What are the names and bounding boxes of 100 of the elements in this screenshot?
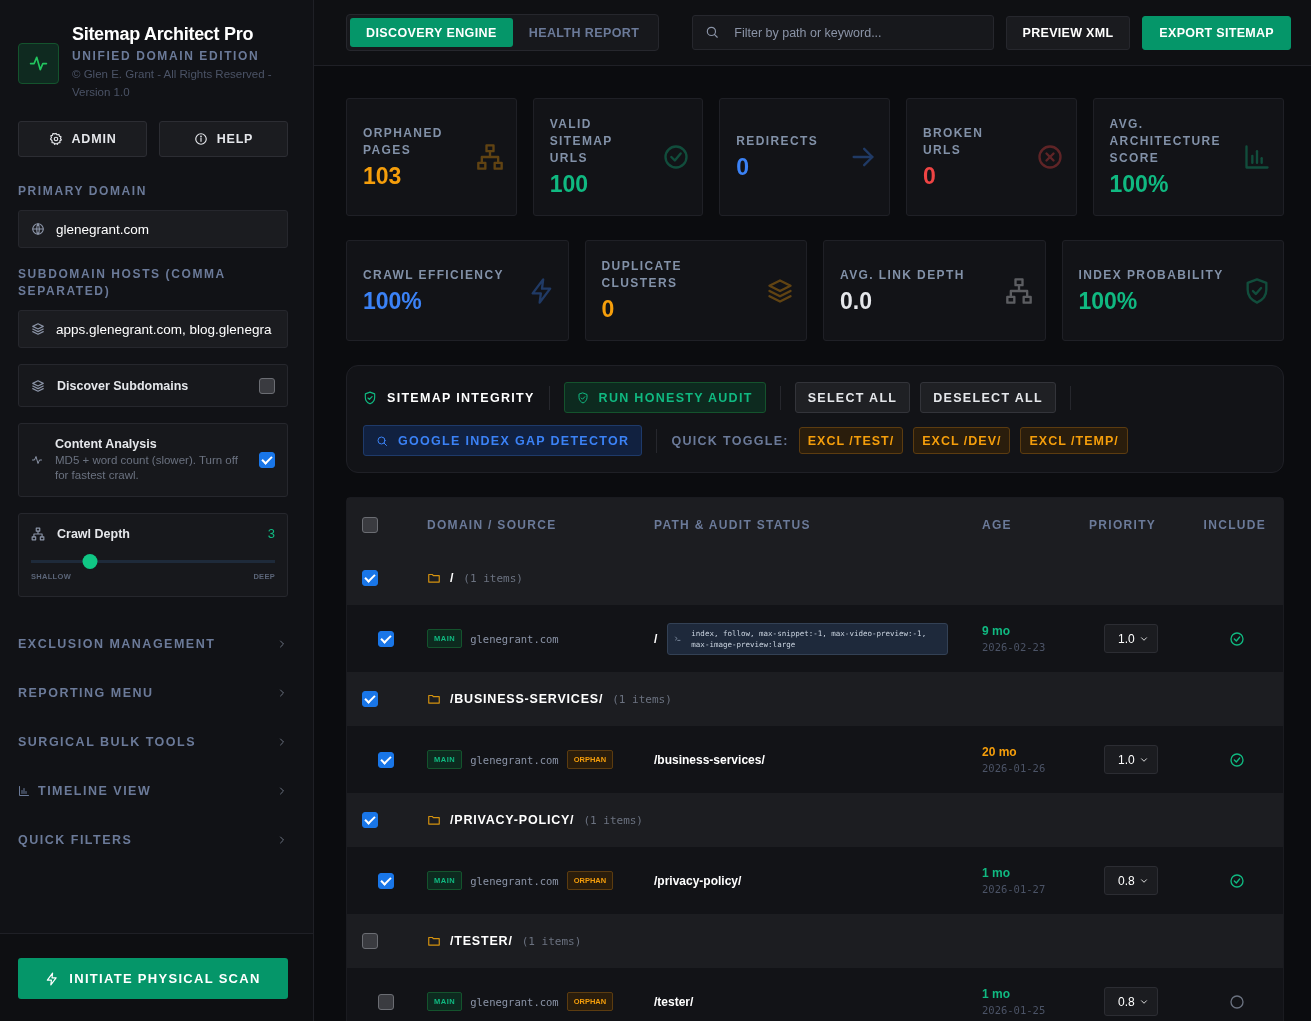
quick-toggle-label: QUICK TOGGLE: bbox=[671, 433, 789, 448]
age-text: 9 mo bbox=[982, 624, 1010, 638]
check-circle-icon bbox=[662, 143, 691, 171]
url-path: /tester/ bbox=[654, 994, 694, 1009]
folder-icon bbox=[427, 813, 441, 827]
filter-chip[interactable]: EXCL /DEV/ bbox=[913, 427, 1011, 454]
age-text: 1 mo bbox=[982, 987, 1010, 1001]
stat-label: CRAWL EFFICIENCY bbox=[363, 266, 505, 284]
header-button[interactable]: PREVIEW XML bbox=[1005, 15, 1131, 50]
check-circle-icon[interactable] bbox=[1229, 872, 1245, 889]
column-header: AGE bbox=[982, 517, 1013, 532]
tab[interactable]: HEALTH REPORT bbox=[512, 18, 656, 47]
filter-chip[interactable]: EXCL /TEST/ bbox=[798, 427, 904, 454]
date-text: 2026-01-26 bbox=[982, 762, 1046, 774]
copyright-text: © Glen E. Grant - All Rights Reserved - Version 1.0 bbox=[72, 67, 273, 100]
priority-select[interactable]: 1.0 bbox=[1104, 745, 1158, 774]
hierarchy-icon bbox=[31, 526, 45, 541]
priority-select[interactable]: 0.8 bbox=[1104, 866, 1158, 895]
group-path: / bbox=[450, 571, 455, 585]
domain-text: glenegrant.com bbox=[470, 874, 559, 887]
stat-value: 100% bbox=[1078, 287, 1139, 315]
checkbox[interactable] bbox=[259, 377, 275, 394]
layers-icon bbox=[31, 322, 45, 336]
sidebar-button[interactable]: HELP bbox=[159, 121, 288, 157]
folder-icon bbox=[427, 692, 441, 706]
toolbar-button[interactable]: SELECT ALL bbox=[794, 382, 911, 413]
toolbar-button[interactable]: DESELECT ALL bbox=[920, 382, 1056, 413]
group-path: /BUSINESS-SERVICES/ bbox=[450, 692, 604, 706]
toolbar-button[interactable]: RUN HONESTY AUDIT bbox=[563, 382, 766, 413]
stat-value: 100% bbox=[363, 287, 423, 315]
check-circle-icon[interactable] bbox=[1229, 630, 1245, 647]
checkbox[interactable] bbox=[259, 452, 275, 468]
url-path: / bbox=[654, 631, 658, 646]
group-count: (1 items) bbox=[612, 692, 672, 706]
stat-value: 100% bbox=[1109, 171, 1170, 198]
priority-select[interactable]: 1.0 bbox=[1104, 624, 1158, 653]
pulse-logo-icon bbox=[18, 43, 59, 84]
pulse-icon bbox=[31, 454, 43, 466]
slider-label: Crawl Depth bbox=[57, 526, 131, 541]
option-label: Discover Subdomains bbox=[57, 378, 190, 393]
checkbox[interactable] bbox=[362, 516, 378, 533]
domain-text: glenegrant.com bbox=[470, 753, 559, 766]
layers-icon bbox=[31, 378, 45, 393]
checkbox[interactable] bbox=[378, 872, 394, 889]
url-path: /privacy-policy/ bbox=[654, 873, 742, 888]
checkbox[interactable] bbox=[362, 691, 378, 707]
nav-item[interactable]: QUICK FILTERS bbox=[18, 815, 288, 864]
settings-icon bbox=[48, 132, 63, 146]
date-text: 2026-02-23 bbox=[982, 641, 1046, 653]
layers-icon bbox=[766, 276, 794, 305]
slider-thumb[interactable] bbox=[82, 554, 98, 569]
panel-title: SITEMAP INTEGRITY bbox=[387, 390, 535, 405]
x-circle-icon bbox=[1035, 143, 1064, 171]
age-text: 20 mo bbox=[982, 745, 1017, 759]
checkbox[interactable] bbox=[378, 993, 394, 1010]
stat-value: 0.0 bbox=[840, 287, 873, 315]
nav-item[interactable]: SURGICAL BULK TOOLS bbox=[18, 717, 288, 766]
domain-field[interactable]: glenegrant.com bbox=[18, 210, 288, 248]
sidebar-button[interactable]: ADMIN bbox=[18, 121, 147, 157]
check-circle-icon[interactable] bbox=[1229, 751, 1245, 768]
column-header: PATH & AUDIT STATUS bbox=[654, 517, 812, 532]
field-label: SUBDOMAIN HOSTS (COMMA SEPARATED) bbox=[18, 266, 227, 300]
group-count: (1 items) bbox=[583, 813, 643, 827]
circle-icon[interactable] bbox=[1229, 993, 1245, 1010]
group-count: (1 items) bbox=[463, 571, 523, 585]
info-icon bbox=[193, 132, 208, 146]
checkbox[interactable] bbox=[378, 751, 394, 768]
filter-chip[interactable]: EXCL /TEMP/ bbox=[1020, 427, 1128, 454]
lightning-icon bbox=[45, 971, 60, 986]
option-description: MD5 + word count (slower). Turn off for fastest crawl. bbox=[55, 453, 239, 483]
checkbox[interactable] bbox=[362, 933, 378, 949]
detector-button[interactable]: GOOGLE INDEX GAP DETECTOR bbox=[363, 425, 643, 456]
checkbox[interactable] bbox=[362, 812, 378, 828]
folder-icon bbox=[427, 934, 441, 948]
search-field[interactable]: Filter by path or keyword... bbox=[692, 15, 994, 50]
nav-item[interactable]: EXCLUSION MANAGEMENT bbox=[18, 619, 288, 668]
checkbox[interactable] bbox=[378, 630, 394, 647]
nav-item[interactable]: REPORTING MENU bbox=[18, 668, 288, 717]
checkbox[interactable] bbox=[362, 570, 378, 586]
stat-label: AVG. ARCHITECTURE SCORE bbox=[1109, 116, 1222, 167]
shield-check-icon bbox=[363, 390, 377, 405]
subdomain-field[interactable]: apps.glenegrant.com, blog.glenegra bbox=[18, 310, 288, 348]
stat-value: 0 bbox=[736, 154, 751, 181]
tab[interactable]: DISCOVERY ENGINE bbox=[350, 18, 513, 47]
column-header: DOMAIN / SOURCE bbox=[427, 517, 558, 532]
priority-select[interactable]: 0.8 bbox=[1104, 987, 1158, 1016]
bar-chart-icon bbox=[18, 784, 30, 797]
shield-check-icon bbox=[576, 391, 589, 404]
nav-item[interactable]: TIMELINE VIEW bbox=[18, 766, 288, 815]
app-subtitle: UNIFIED DOMAIN EDITION bbox=[72, 49, 261, 63]
terminal-icon bbox=[674, 634, 684, 643]
bar-chart-icon bbox=[1243, 143, 1271, 171]
group-path: /TESTER/ bbox=[450, 934, 513, 948]
scan-button[interactable]: INITIATE PHYSICAL SCAN bbox=[18, 958, 288, 999]
group-count: (1 items) bbox=[521, 934, 582, 948]
stat-label: ORPHANED PAGES bbox=[363, 124, 444, 159]
date-text: 2026-01-27 bbox=[982, 883, 1046, 895]
header-button[interactable]: EXPORT SITEMAP bbox=[1142, 15, 1291, 50]
folder-icon bbox=[427, 571, 441, 585]
group-path: /PRIVACY-POLICY/ bbox=[450, 813, 575, 827]
